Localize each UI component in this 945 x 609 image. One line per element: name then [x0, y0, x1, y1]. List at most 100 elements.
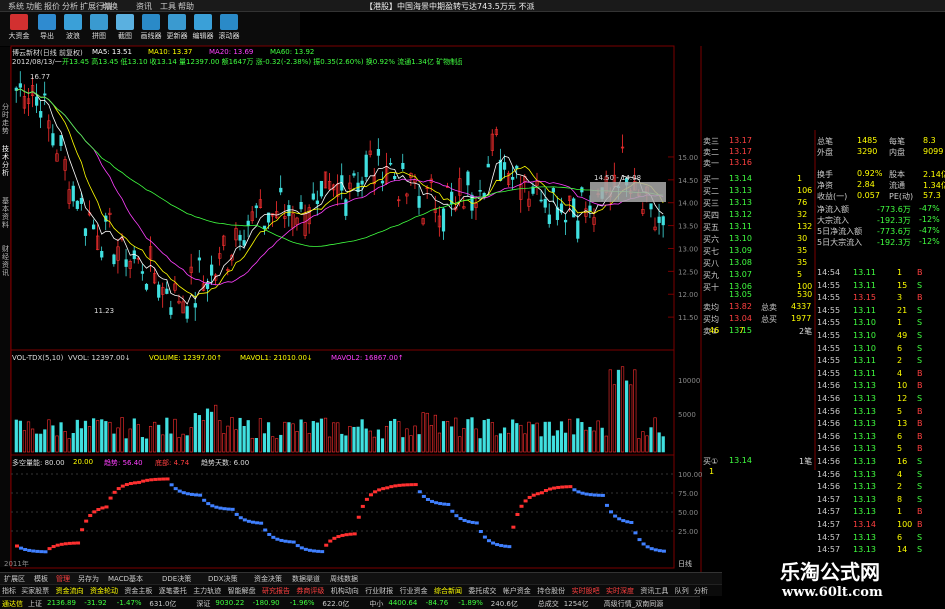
cell: 13.13 [853, 469, 876, 479]
function-tab[interactable]: 实时深度 [606, 586, 634, 596]
volume-bar [14, 419, 18, 453]
function-tab[interactable]: 资金主板 [124, 586, 152, 596]
cell: 14:57 [817, 494, 841, 504]
tick-row: 14:56 13.13 5 B [817, 407, 945, 419]
status-item: -180.90 [252, 599, 280, 607]
function-tab[interactable]: 指标 [2, 586, 16, 596]
cell: 总买 [761, 315, 777, 324]
cell: 买六 [703, 235, 719, 244]
indicator-step [625, 520, 630, 524]
cell: 流通 [889, 181, 905, 190]
cell: B [917, 268, 923, 277]
template-tab[interactable]: 模板 [34, 574, 48, 584]
function-tab[interactable]: 资讯工具 [640, 586, 668, 596]
indicator-step [539, 491, 544, 495]
template-tab[interactable]: 扩展区 [4, 574, 25, 584]
cell: 13.13 [853, 532, 876, 542]
ma5-line [16, 88, 664, 305]
volume-bar [470, 417, 474, 453]
function-tab[interactable]: 队列 [675, 586, 689, 596]
candle [124, 259, 128, 267]
legend-item: 趋势天数: 6.00 [201, 459, 250, 467]
indicator-tick-label: 25.00 [678, 528, 698, 536]
indicator-step [177, 489, 182, 493]
cell: 35 [797, 258, 808, 267]
template-tab[interactable]: DDX决策 [208, 574, 238, 584]
last-row: 卖① 13.15 2笔 46 7 [703, 326, 815, 337]
volume-bar [148, 426, 153, 453]
cell: 13.17 [729, 136, 752, 145]
indicator-step [609, 510, 614, 514]
cell: 2 [897, 356, 903, 366]
volume-bar [580, 422, 584, 453]
indicator-tick-label: 50.00 [678, 509, 698, 517]
function-tab[interactable]: 分析 [694, 586, 708, 596]
cell: 卖均 [703, 303, 719, 312]
function-tab[interactable]: 资金轮动 [90, 586, 118, 596]
volume-bar [559, 421, 564, 453]
function-tab[interactable]: 实时股吧 [572, 586, 600, 596]
candle [360, 180, 364, 185]
volume-bar [47, 419, 51, 453]
volume-bar [181, 433, 185, 453]
volume-bar [612, 384, 617, 453]
status-bar: 通达信 上证 2136.89 -31.92 -1.47% 631.0亿 深证 9030.22-… [0, 596, 700, 609]
template-tab[interactable]: 周线数据 [330, 574, 358, 584]
template-tab[interactable]: 管理 [56, 574, 70, 584]
indicator-step [397, 483, 402, 487]
function-tab[interactable]: 研究报告 [262, 586, 290, 596]
indicator-step [617, 517, 622, 521]
volume-bar [96, 420, 100, 453]
function-tab[interactable]: 行业资金 [400, 586, 428, 596]
indicator-step [165, 477, 170, 481]
function-tab[interactable]: 机构动向 [331, 586, 359, 596]
function-tab[interactable]: 智能解盘 [228, 586, 256, 596]
function-tab[interactable]: 买家股票 [21, 586, 49, 596]
volume-bar [18, 420, 22, 453]
function-tab[interactable]: 委托成交 [468, 586, 496, 596]
template-tab[interactable]: MACD基本 [108, 574, 143, 584]
volume-bar [409, 435, 413, 453]
indicator-step [604, 503, 609, 507]
indicator-step [15, 544, 19, 548]
indicator-step [128, 482, 133, 486]
function-tab[interactable]: 行业财报 [365, 586, 393, 596]
function-tab[interactable]: 主力轨迹 [193, 586, 221, 596]
template-tab[interactable]: 数据渠道 [292, 574, 320, 584]
period-label[interactable]: 日线 [678, 559, 692, 569]
volume-bar [87, 426, 92, 453]
template-tab[interactable]: 资金决策 [254, 574, 282, 584]
indicator-step [340, 533, 345, 537]
indicator-step [535, 492, 540, 496]
cell: 13.07 [729, 270, 752, 279]
function-tab[interactable]: 券商评级 [296, 586, 324, 596]
indicator-step [633, 531, 638, 535]
template-tab[interactable]: DDE决策 [162, 574, 191, 584]
function-tab[interactable]: 持仓股份 [537, 586, 565, 596]
volume-bar [661, 436, 665, 453]
function-tab[interactable]: 帐户资金 [503, 586, 531, 596]
tick-row: 14:54 13.11 1 B [817, 268, 945, 280]
tick-row: 14:57 13.13 6 S [817, 533, 945, 545]
buy-row: 买六 13.10 30 [703, 234, 815, 245]
template-tab[interactable]: 另存为 [78, 574, 99, 584]
indicator-step [613, 514, 618, 518]
candle [112, 254, 116, 265]
candle [657, 216, 661, 223]
function-tab[interactable]: 逐笔委托 [159, 586, 187, 596]
indicator-step [482, 535, 487, 539]
cell: 13.13 [853, 406, 876, 416]
volume-bar [368, 430, 372, 453]
volume-bar [153, 421, 157, 453]
function-tab[interactable]: 综合新闻 [434, 586, 462, 596]
function-tab[interactable]: 资金流向 [56, 586, 84, 596]
cell: S [917, 532, 923, 542]
indicator-step [283, 539, 288, 543]
indicator-step [23, 548, 28, 552]
indicator-step [206, 502, 211, 506]
volume-bar [30, 428, 35, 453]
volume-bar [600, 427, 604, 453]
volume-bar [83, 420, 88, 453]
buy-row: 买八 13.08 35 [703, 258, 815, 269]
indicator-step [548, 487, 553, 491]
